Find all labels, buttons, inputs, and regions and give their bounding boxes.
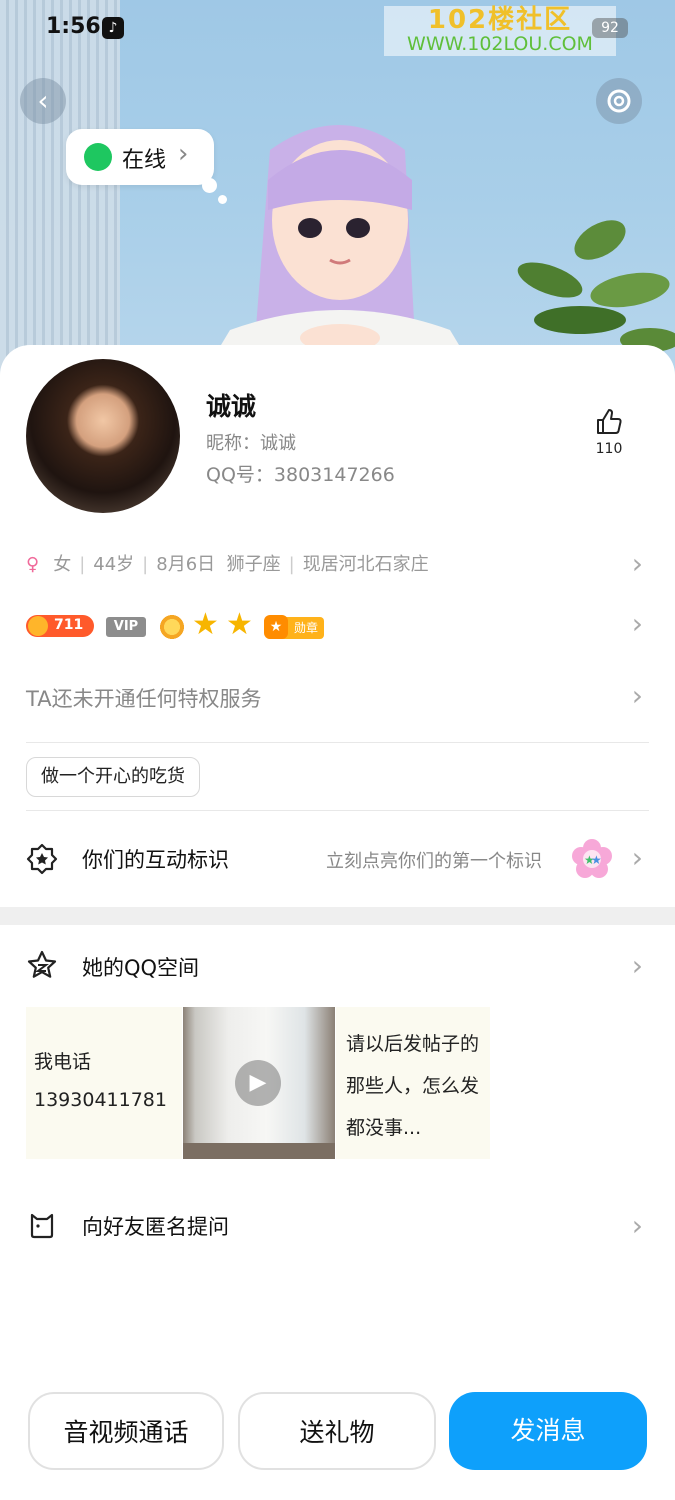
- status-bar: 1:56 ♪ 102楼社区 WWW.102LOU.COM 92: [0, 0, 675, 58]
- chevron-right-icon: ›: [631, 1209, 643, 1242]
- sun-icon: [158, 613, 186, 641]
- interaction-subtitle[interactable]: 立刻点亮你们的第一个标识: [326, 847, 542, 873]
- profile-nickname: 昵称：诚诚: [206, 433, 296, 454]
- watermark: 102楼社区 WWW.102LOU.COM: [384, 6, 616, 56]
- gear-icon: [607, 89, 631, 113]
- qzone-post-text[interactable]: 我电话 13930411781: [26, 1007, 182, 1159]
- medal-badge: ★ 勋章: [264, 615, 324, 639]
- status-time: 1:56: [46, 14, 101, 39]
- profile-info-row[interactable]: ♀ 女 | 44岁 | 8月6日 狮子座 | 现居河北石家庄: [26, 550, 429, 576]
- avatar-3d-character: [200, 125, 480, 380]
- section-separator: [0, 907, 675, 925]
- qzone-post1-line1: 我电话: [34, 1051, 92, 1073]
- divider: [26, 742, 649, 743]
- personal-tag[interactable]: 做一个开心的吃货: [26, 757, 200, 797]
- send-gift-button[interactable]: 送礼物: [238, 1392, 436, 1470]
- coin-icon: [28, 616, 48, 636]
- interaction-title[interactable]: 你们的互动标识: [82, 844, 229, 874]
- level-badge: 711: [26, 615, 94, 637]
- profile-card: 诚诚 昵称：诚诚 QQ号：3803147266 110 ♀ 女 | 44岁 | 8月6日 …: [0, 345, 675, 1500]
- chevron-right-icon: ›: [178, 139, 189, 169]
- like-count: 110: [595, 441, 623, 457]
- star-icon: ★: [192, 607, 219, 642]
- medal-label: 勋章: [293, 621, 318, 635]
- online-dot-icon: [84, 143, 112, 171]
- bubble-tail-dot: [218, 195, 227, 204]
- video-thumbnail-floor: [183, 1143, 335, 1159]
- level-number: 711: [54, 617, 84, 633]
- battery-icon: 92: [592, 18, 628, 38]
- divider: [26, 810, 649, 811]
- thumbs-up-icon: [597, 409, 622, 434]
- star-outline-icon: [27, 950, 57, 978]
- watermark-line1: 102楼社区: [427, 5, 573, 35]
- qzone-post-text-2[interactable]: 请以后发帖子的那些人，怎么发都没事...: [336, 1007, 490, 1159]
- medal-star-icon: ★: [264, 615, 288, 639]
- info-zodiac: 狮子座: [226, 554, 281, 575]
- play-icon: ▶: [235, 1060, 281, 1106]
- chevron-right-icon: ›: [631, 679, 643, 712]
- info-gender: 女: [53, 554, 72, 575]
- like-button[interactable]: 110: [584, 407, 634, 457]
- privilege-text[interactable]: TA还未开通任何特权服务: [26, 683, 262, 713]
- video-call-button[interactable]: 音视频通话: [28, 1392, 224, 1470]
- chevron-left-icon: ‹: [37, 84, 49, 117]
- chevron-right-icon: ›: [631, 547, 643, 580]
- info-birthday: 8月6日: [156, 554, 216, 575]
- qzone-title[interactable]: 她的QQ空间: [82, 952, 199, 982]
- bubble-tail: [202, 178, 217, 193]
- flower-icon: ★★: [572, 839, 612, 878]
- tiktok-icon: ♪: [102, 17, 124, 39]
- info-location: 现居河北石家庄: [302, 554, 429, 575]
- svg-text:★: ★: [591, 853, 602, 867]
- online-status-label: 在线: [122, 148, 167, 173]
- profile-qq-number: QQ号：3803147266: [206, 464, 395, 486]
- female-icon: ♀: [26, 554, 40, 575]
- qzone-post1-line2: 13930411781: [34, 1089, 167, 1111]
- chevron-right-icon: ›: [631, 949, 643, 982]
- back-button[interactable]: ‹: [20, 78, 66, 124]
- online-status-bubble[interactable]: 在线 ›: [66, 129, 214, 185]
- chevron-right-icon: ›: [631, 607, 643, 640]
- profile-name: 诚诚: [206, 392, 257, 421]
- avatar[interactable]: [26, 359, 180, 513]
- profile-hero-background: 1:56 ♪ 102楼社区 WWW.102LOU.COM 92 ‹ 在线 ›: [0, 0, 675, 380]
- qzone-post-video[interactable]: ▶: [183, 1007, 335, 1159]
- info-age: 44岁: [93, 554, 135, 575]
- cat-mask-icon: [30, 1213, 54, 1239]
- watermark-line2: WWW.102LOU.COM: [407, 33, 593, 55]
- vip-badge: VIP: [106, 617, 146, 637]
- settings-button[interactable]: [596, 78, 642, 124]
- qzone-post3-text: 请以后发帖子的那些人，怎么发都没事...: [346, 1033, 480, 1139]
- badge-star-icon: [26, 843, 58, 875]
- star-icon: ★: [226, 607, 253, 642]
- anonymous-question-title[interactable]: 向好友匿名提问: [82, 1211, 229, 1241]
- send-message-button[interactable]: 发消息: [449, 1392, 647, 1470]
- chevron-right-icon: ›: [631, 841, 643, 874]
